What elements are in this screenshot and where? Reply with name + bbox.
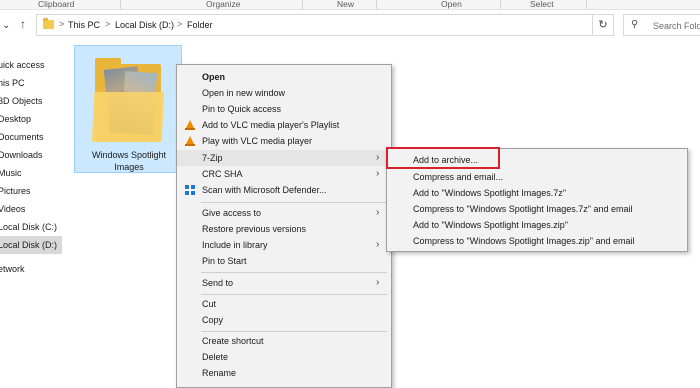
nav-item-videos[interactable]: Videos — [0, 200, 62, 218]
vlc-icon — [185, 136, 195, 146]
menu-item-pin-quick-access[interactable]: Pin to Quick access — [177, 101, 391, 117]
chevron-right-icon: › — [376, 277, 380, 288]
navigation-pane: uick access his PC 3D Objects Desktop Do… — [0, 50, 62, 388]
nav-item-music[interactable]: Music — [0, 164, 62, 182]
menu-item-rename[interactable]: Rename — [177, 365, 391, 381]
menu-item-vlc-play[interactable]: Play with VLC media player — [177, 133, 391, 149]
up-arrow-icon[interactable]: ↑ — [20, 17, 26, 31]
menu-item-scan-defender[interactable]: Scan with Microsoft Defender... — [177, 182, 391, 198]
dropdown-arrow-icon[interactable]: ⌄ — [2, 20, 10, 31]
folder-thumbnail-icon — [91, 58, 165, 142]
menu-item-include-library[interactable]: Include in library › — [177, 237, 391, 253]
menu-item-pin-start[interactable]: Pin to Start — [177, 253, 391, 269]
search-placeholder: Search Folder — [653, 21, 700, 31]
breadcrumb-local-disk-d[interactable]: Local Disk (D:) — [115, 20, 174, 30]
nav-item-desktop[interactable]: Desktop — [0, 110, 62, 128]
ribbon-group-organize: Organize — [206, 0, 241, 9]
menu-item-vlc-playlist[interactable]: Add to VLC media player's Playlist — [177, 117, 391, 133]
chevron-right-icon[interactable]: > — [59, 19, 64, 29]
search-icon: ⚲ — [631, 19, 639, 30]
submenu-item-compress-email[interactable]: Compress and email... — [387, 169, 687, 185]
menu-item-restore-versions[interactable]: Restore previous versions — [177, 221, 391, 237]
ribbon-group-select: Select — [530, 0, 554, 9]
chevron-right-icon: › — [376, 168, 380, 179]
submenu-item-add-zip[interactable]: Add to "Windows Spotlight Images.zip" — [387, 217, 687, 233]
ribbon-divider — [120, 0, 121, 9]
nav-item-documents[interactable]: Documents — [0, 128, 62, 146]
chevron-right-icon[interactable]: > — [105, 19, 110, 29]
ribbon-divider — [376, 0, 377, 9]
submenu-item-compress-zip-email[interactable]: Compress to "Windows Spotlight Images.zi… — [387, 233, 687, 249]
refresh-button[interactable]: ↻ — [592, 14, 614, 36]
annotation-highlight-box — [386, 147, 500, 169]
submenu-item-add-7z[interactable]: Add to "Windows Spotlight Images.7z" — [387, 185, 687, 201]
context-menu: Open Open in new window Pin to Quick acc… — [176, 64, 392, 388]
nav-item-local-disk-c[interactable]: Local Disk (C:) — [0, 218, 62, 236]
breadcrumb-folder[interactable]: Folder — [187, 20, 213, 30]
nav-item-network[interactable]: etwork — [0, 260, 62, 278]
menu-divider — [201, 294, 387, 295]
menu-item-crc-sha[interactable]: CRC SHA › — [177, 166, 391, 182]
menu-item-create-shortcut[interactable]: Create shortcut — [177, 333, 391, 349]
ribbon-divider — [500, 0, 501, 9]
folder-name-line2: Images — [114, 162, 144, 172]
menu-item-open[interactable]: Open — [177, 69, 391, 85]
folder-name: Windows Spotlight Images — [75, 149, 183, 173]
folder-name-line1: Windows Spotlight — [91, 150, 167, 160]
menu-divider — [201, 202, 387, 203]
ribbon-group-new: New — [337, 0, 355, 9]
chevron-right-icon: › — [376, 207, 380, 218]
address-row: ⌄ ↑ > This PC > Local Disk (D:) > Folder… — [0, 12, 700, 40]
ribbon: Clipboard Organize New Open Select — [0, 0, 700, 10]
menu-divider — [201, 331, 387, 332]
menu-item-delete[interactable]: Delete — [177, 349, 391, 365]
menu-item-cut[interactable]: Cut — [177, 296, 391, 312]
ribbon-divider — [586, 0, 587, 9]
menu-item-send-to[interactable]: Send to › — [177, 275, 391, 291]
menu-item-copy[interactable]: Copy — [177, 312, 391, 328]
nav-item-this-pc[interactable]: his PC — [0, 74, 62, 92]
chevron-right-icon[interactable]: > — [177, 19, 182, 29]
ribbon-divider — [302, 0, 303, 9]
vlc-icon — [185, 120, 195, 130]
menu-item-open-new-window[interactable]: Open in new window — [177, 85, 391, 101]
ribbon-group-clipboard: Clipboard — [38, 0, 75, 9]
address-bar[interactable]: > This PC > Local Disk (D:) > Folder ⌄ — [36, 14, 612, 36]
breadcrumb-this-pc[interactable]: This PC — [68, 20, 100, 30]
nav-item-3d-objects[interactable]: 3D Objects — [0, 92, 62, 110]
refresh-icon: ↻ — [598, 19, 608, 31]
ribbon-group-open: Open — [441, 0, 462, 9]
folder-item-selected[interactable]: Windows Spotlight Images — [74, 45, 182, 173]
folder-icon — [43, 18, 54, 29]
nav-item-local-disk-d[interactable]: Local Disk (D:) — [0, 236, 62, 254]
nav-item-downloads[interactable]: Downloads — [0, 146, 62, 164]
submenu-item-compress-7z-email[interactable]: Compress to "Windows Spotlight Images.7z… — [387, 201, 687, 217]
chevron-right-icon: › — [376, 152, 380, 163]
menu-item-give-access[interactable]: Give access to › — [177, 205, 391, 221]
nav-item-pictures[interactable]: Pictures — [0, 182, 62, 200]
search-box[interactable]: ⚲ Search Folder — [623, 14, 700, 36]
menu-divider — [201, 272, 387, 273]
defender-shield-icon — [185, 185, 195, 195]
nav-item-quick-access[interactable]: uick access — [0, 56, 62, 74]
file-explorer-window: Clipboard Organize New Open Select ⌄ ↑ >… — [0, 0, 700, 388]
chevron-right-icon: › — [376, 239, 380, 250]
menu-item-7zip[interactable]: 7-Zip › — [177, 150, 391, 166]
